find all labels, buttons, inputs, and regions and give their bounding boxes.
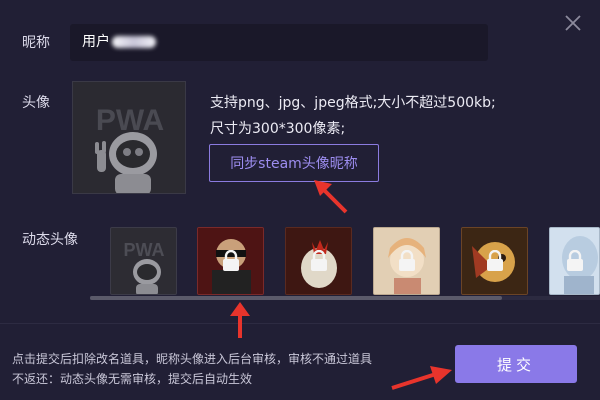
divider	[0, 323, 600, 324]
dynamic-avatar-1[interactable]: PWA	[110, 227, 177, 295]
format-hint: 支持png、jpg、jpeg格式;大小不超过500kb;	[210, 95, 496, 111]
lock-icon	[222, 250, 239, 271]
lock-icon	[398, 250, 415, 271]
avatar-label: 头像	[22, 95, 50, 111]
avatar-watermark: PWA	[96, 104, 164, 137]
dynamic-avatar-4[interactable]	[373, 227, 440, 295]
annotation-arrow	[230, 302, 250, 338]
submit-button[interactable]: 提交	[455, 345, 577, 383]
astronaut-avatar: PWA	[123, 240, 165, 294]
dynamic-avatar-3[interactable]	[285, 227, 352, 295]
annotation-arrow	[391, 366, 452, 390]
thumbnail-scrollbar[interactable]	[90, 296, 502, 300]
astronaut-avatar: PWA	[73, 82, 185, 193]
notice-line-2: 不返还：动态头像无需审核，提交后自动生效	[12, 372, 253, 386]
dynamic-avatar-label: 动态头像	[22, 232, 78, 248]
annotation-arrow	[314, 180, 348, 214]
current-avatar[interactable]: PWA	[72, 81, 186, 194]
avatar-nickname-dialog: 昵称 用户 头像 PWA 支持png、jpg、jpeg格式;大小不超过500kb…	[0, 0, 600, 400]
dynamic-avatar-6[interactable]	[549, 227, 600, 295]
nickname-value: 用户	[82, 34, 110, 50]
nickname-label: 昵称	[22, 35, 50, 51]
thumb-watermark: PWA	[123, 240, 164, 260]
dynamic-avatar-5[interactable]	[461, 227, 528, 295]
lock-icon	[486, 250, 503, 271]
redacted-blur	[112, 36, 156, 48]
notice-line-1: 点击提交后扣除改名道具，昵称头像进入后台审核，审核不通过道具	[12, 352, 373, 366]
nickname-field[interactable]: 用户	[70, 24, 488, 61]
lock-icon	[566, 250, 583, 271]
dynamic-avatar-2[interactable]	[197, 227, 264, 295]
close-icon[interactable]	[562, 12, 584, 34]
size-hint: 尺寸为300*300像素;	[210, 121, 346, 137]
lock-icon	[310, 250, 327, 271]
